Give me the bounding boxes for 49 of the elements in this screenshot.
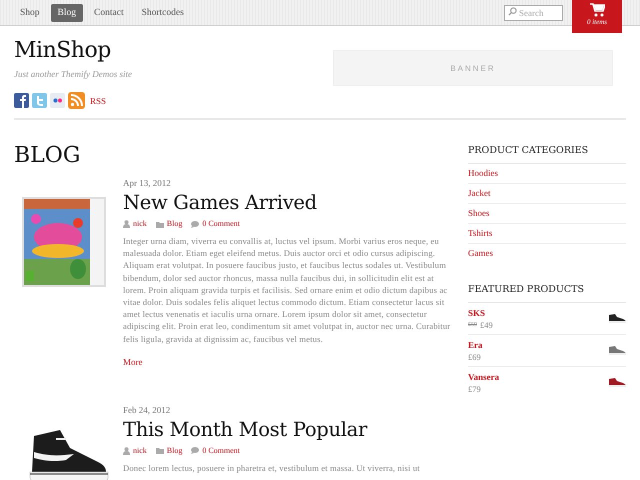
comment-icon	[191, 220, 200, 228]
shoe-icon	[608, 314, 626, 323]
product-link[interactable]: Era	[468, 339, 482, 351]
section-heading: PRODUCT CATEGORIES	[468, 144, 626, 164]
post-title[interactable]: This Month Most Popular	[123, 416, 454, 443]
search-field[interactable]: Search	[504, 5, 563, 21]
category-link[interactable]: Games	[468, 244, 626, 263]
folder-icon	[156, 220, 164, 228]
author-link[interactable]: nick	[133, 217, 147, 231]
post-excerpt: Integer urna diam, viverra eu convallis at, luctus vel ipsum. Morbi varius eros neque, eu malesuada dolor. Etiam eget eleifend metus. Duis auctor orci et odio cursus adipiscing. Aliquam erat volutpat. In posuere faucibus justo, et faucibus lectus sodales ut. Vestibulum bibendum, dolor sed auctor rhoncus, massa nulla faucibus dui, in sollicitudin elit est at lorem. Proin aliquam gravida turpis et facilisis. Sed ornare enim et odio dictum dapibus ac vitae dolor. Duis sodales felis aliquet lectus commodo dictum. Etiam consectetur lacus sit amet lectus venenatis et iaculis urna ornare. Lorem ipsum dolor sit amet, consectetur adipiscing elit. Proin erat leo, condimentum sit amet volutpat in, auctor nec urna. Curabitur felis ligula, gravida at dignissim ac, faucibus vel metus.	[123, 235, 452, 345]
product-price: £69	[468, 351, 481, 363]
author-link[interactable]: nick	[133, 444, 147, 458]
search-icon	[508, 6, 517, 16]
category-link[interactable]: Jacket	[468, 184, 626, 204]
category-link[interactable]: Blog	[166, 217, 182, 231]
comment-icon	[191, 447, 200, 454]
nav-link[interactable]: Blog	[50, 4, 84, 22]
post-date: Apr 13, 2012	[123, 177, 172, 189]
site-title[interactable]: MinShop	[14, 38, 132, 64]
section-heading: FEATURED PRODUCTS	[468, 283, 626, 303]
site-tagline: Just another Themify Demos site	[14, 69, 132, 79]
rss-link[interactable]: RSS	[90, 96, 106, 106]
folder-icon	[156, 447, 164, 454]
flickr-icon[interactable]	[50, 93, 65, 108]
shoe-icon	[608, 378, 626, 387]
more-link[interactable]: More	[123, 356, 142, 367]
product-price: £79	[468, 383, 481, 395]
post-excerpt: Donec lorem lectus, posuere in pharetra et, vestibulum et massa. Ut viverra, nisi ut	[123, 462, 421, 474]
category-link[interactable]: Hoodies	[468, 164, 626, 184]
post-date: Feb 24, 2012	[123, 404, 172, 416]
user-icon	[123, 220, 130, 228]
rss-icon[interactable]	[68, 92, 85, 109]
nav-link[interactable]: Shortcodes	[134, 4, 191, 22]
facebook-icon[interactable]	[14, 93, 29, 108]
shoe-icon	[608, 346, 626, 355]
comments-link[interactable]: 0 Comment	[202, 217, 240, 231]
product-link[interactable]: Vansera	[468, 371, 500, 383]
user-icon	[123, 446, 130, 455]
post-title[interactable]: New Games Arrived	[123, 190, 454, 216]
nav-link[interactable]: Contact	[87, 4, 131, 22]
page-title: BLOG	[14, 143, 82, 169]
category-link[interactable]: Blog	[166, 444, 182, 458]
nav-link[interactable]: Shop	[13, 4, 47, 22]
category-link[interactable]: Shoes	[468, 204, 626, 224]
comments-link[interactable]: 0 Comment	[202, 444, 240, 458]
cart-icon	[590, 3, 604, 17]
product-price: £49	[480, 319, 493, 331]
category-link[interactable]: Tshirts	[468, 224, 626, 244]
product-link[interactable]: SKS	[468, 307, 493, 319]
